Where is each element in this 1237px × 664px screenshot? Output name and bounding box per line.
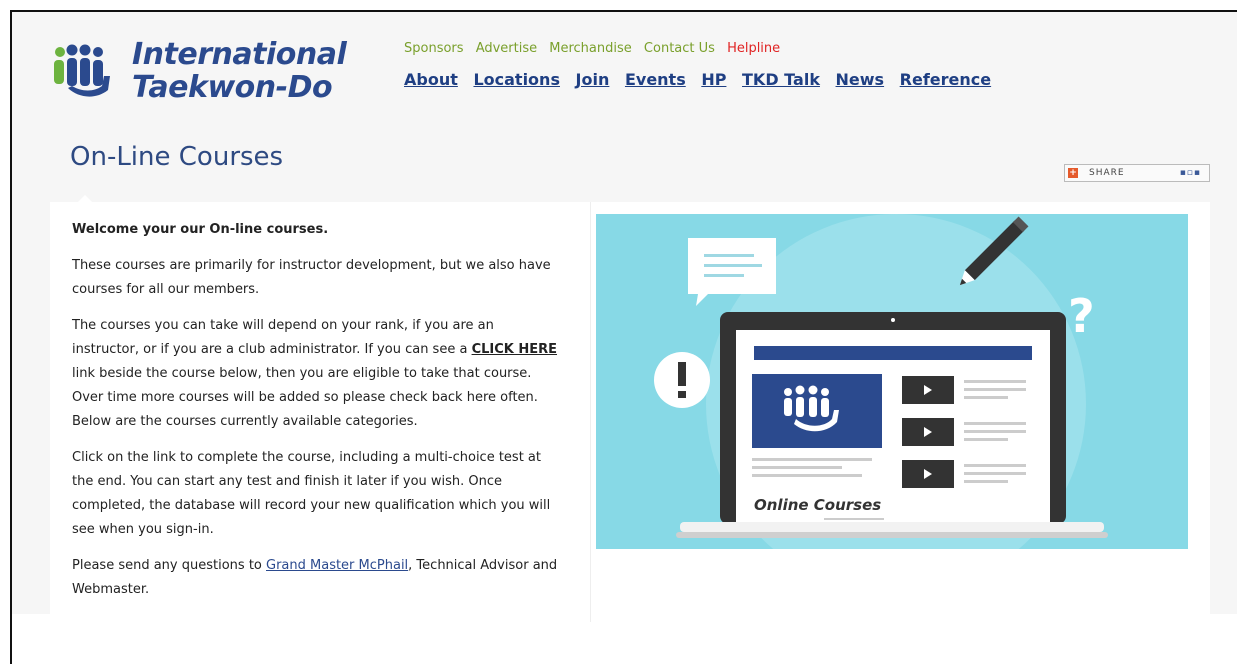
column-divider bbox=[590, 202, 591, 622]
brand-line-2: Taekwon-Do bbox=[132, 70, 333, 105]
click-here-link[interactable]: CLICK HERE bbox=[472, 342, 557, 357]
paragraph-4: Please send any questions to Grand Maste… bbox=[72, 554, 564, 602]
top-nav: Sponsors Advertise Merchandise Contact U… bbox=[404, 41, 788, 56]
brand-line-1: International bbox=[132, 37, 347, 72]
paragraph-4-start: Please send any questions to bbox=[72, 558, 266, 573]
nav-link-join[interactable]: Join bbox=[576, 70, 610, 89]
nav-link-helpline[interactable]: Helpline bbox=[727, 41, 780, 56]
nav-link-events[interactable]: Events bbox=[625, 70, 686, 89]
page: International Taekwon-Do Sponsors Advert… bbox=[12, 12, 1237, 622]
grand-master-mcphail-link[interactable]: Grand Master McPhail bbox=[266, 558, 408, 573]
brand-name[interactable]: International Taekwon-Do bbox=[132, 37, 347, 105]
paragraph-1: These courses are primarily for instruct… bbox=[72, 258, 551, 297]
share-button[interactable]: + SHARE ▪▫▪ bbox=[1064, 164, 1210, 182]
share-label: SHARE bbox=[1089, 168, 1125, 178]
paragraph-3: Click on the link to complete the course… bbox=[72, 450, 551, 537]
welcome-heading: Welcome your our On-line courses. bbox=[72, 222, 329, 237]
nav-link-sponsors[interactable]: Sponsors bbox=[404, 41, 464, 56]
paragraph-2-start: The courses you can take will depend on … bbox=[72, 318, 494, 357]
exclamation-icon bbox=[654, 352, 710, 408]
nav-link-tkd-talk[interactable]: TKD Talk bbox=[742, 70, 820, 89]
nav-link-hp[interactable]: HP bbox=[701, 70, 726, 89]
laptop-icon: Online Courses bbox=[676, 312, 1108, 538]
paragraph-2: The courses you can take will depend on … bbox=[72, 314, 564, 434]
page-title: On-Line Courses bbox=[70, 142, 284, 172]
paragraph-2-end: link beside the course below, then you a… bbox=[72, 366, 538, 429]
question-mark-icon: ? bbox=[1068, 289, 1095, 343]
plus-icon: + bbox=[1068, 168, 1078, 178]
social-icons: ▪▫▪ bbox=[1179, 168, 1201, 178]
nav-link-contact-us[interactable]: Contact Us bbox=[644, 41, 715, 56]
nav-link-reference[interactable]: Reference bbox=[900, 70, 991, 89]
intro-text: Welcome your our On-line courses. These … bbox=[72, 218, 564, 614]
panel-notch bbox=[78, 195, 92, 202]
nav-link-about[interactable]: About bbox=[404, 70, 458, 89]
nav-link-merchandise[interactable]: Merchandise bbox=[549, 41, 632, 56]
nav-link-advertise[interactable]: Advertise bbox=[476, 41, 537, 56]
online-courses-illustration: ? Online Courses bbox=[596, 214, 1188, 549]
content-panel: Welcome your our On-line courses. These … bbox=[50, 195, 1210, 622]
nav-link-locations[interactable]: Locations bbox=[473, 70, 560, 89]
browser-frame: International Taekwon-Do Sponsors Advert… bbox=[10, 10, 1237, 664]
nav-link-news[interactable]: News bbox=[836, 70, 885, 89]
online-courses-label: Online Courses bbox=[754, 496, 881, 514]
main-nav: About Locations Join Events HP TKD Talk … bbox=[404, 70, 1001, 89]
itf-logo-icon[interactable] bbox=[48, 42, 118, 104]
